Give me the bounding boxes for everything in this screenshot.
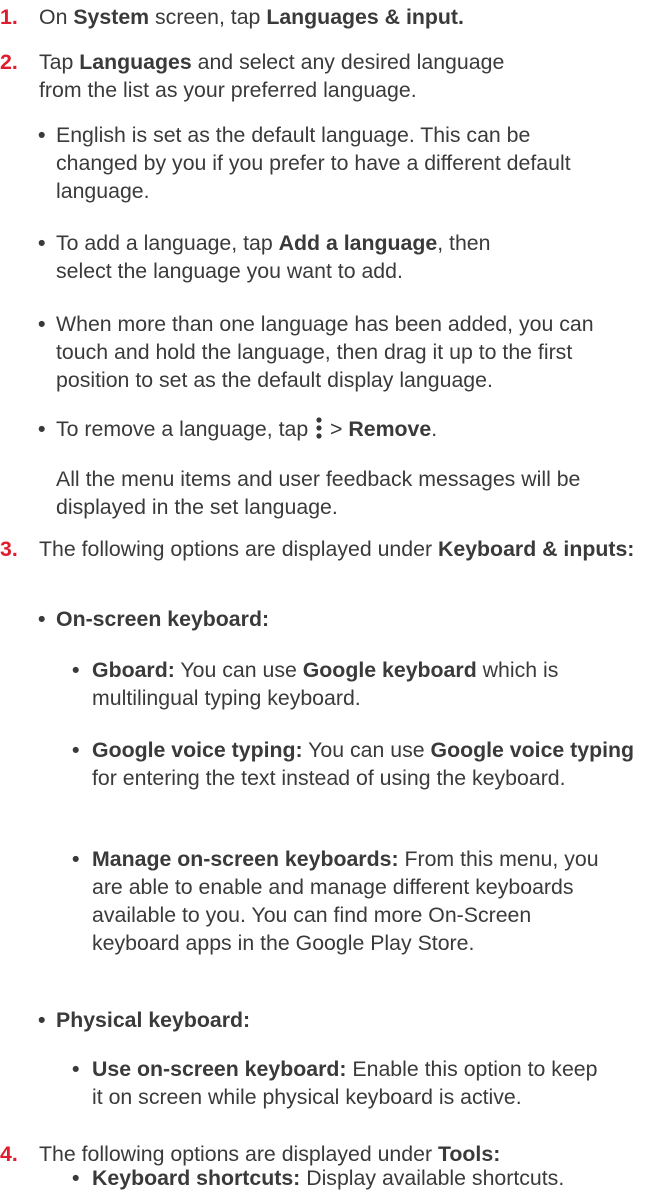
keyboard-shortcuts-item: Keyboard shortcuts: Display available sh… — [92, 1164, 652, 1192]
step-1-text-b: screen, tap — [149, 5, 267, 29]
on-screen-keyboard-heading: On-screen keyboard: — [56, 607, 270, 631]
bullet: • — [38, 1008, 46, 1032]
google-voice-typing-item: Google voice typing: You can use Google … — [92, 736, 652, 792]
display-language-note: All the menu items and user feedback mes… — [56, 467, 581, 519]
use-on-screen-keyboard-item: Use on-screen keyboard: Enable this opti… — [92, 1055, 612, 1111]
step-text-4: The following options are displayed unde… — [39, 1140, 649, 1168]
physical-keyboard-heading: Physical keyboard: — [56, 1008, 251, 1032]
default-language-note: English is set as the default language. … — [56, 123, 571, 203]
tools: Tools: — [437, 1142, 501, 1166]
gboard-item: Gboard: You can use Google keyboard whic… — [92, 656, 652, 712]
bullet: • — [72, 1166, 80, 1190]
gboard-label: Gboard: — [92, 658, 175, 682]
keyboard-shortcuts-text: Display available shortcuts. — [300, 1166, 565, 1190]
bullet: • — [72, 658, 80, 682]
step-number-1: 1. — [0, 5, 18, 29]
use-on-screen-keyboard-label: Use on-screen keyboard: — [92, 1057, 347, 1081]
add-language-note: To add a language, tap Add a language, t… — [56, 229, 546, 285]
add-a-language: Add a language — [278, 231, 438, 255]
voice-text-a: You can use — [302, 738, 431, 762]
bullet: • — [38, 123, 46, 147]
bullet: • — [38, 231, 46, 255]
remove-language-text-c: . — [431, 417, 438, 441]
step-number-4: 4. — [0, 1142, 18, 1166]
bullet: • — [38, 417, 46, 441]
remove-language-text-a: To remove a language, tap — [56, 417, 315, 441]
manage-keyboards-item: Manage on-screen keyboards: From this me… — [92, 845, 602, 957]
google-keyboard: Google keyboard — [302, 658, 477, 682]
bullet: • — [38, 312, 46, 336]
step-1-languages-input: Languages & input. — [266, 5, 464, 29]
step-number-3: 3. — [0, 537, 18, 561]
step-number-2: 2. — [0, 50, 18, 74]
step-1-system: System — [73, 5, 150, 29]
keyboard-shortcuts-label: Keyboard shortcuts: — [92, 1166, 301, 1190]
instructions-page: 1. On System screen, tap Languages & inp… — [0, 0, 658, 1190]
remove: Remove — [348, 417, 432, 441]
add-language-text-a: To add a language, tap — [56, 231, 279, 255]
more-vert-icon — [314, 414, 324, 442]
bullet: • — [72, 1057, 80, 1081]
manage-keyboards-label: Manage on-screen keyboards: — [92, 847, 399, 871]
google-voice-typing: Google voice typing — [430, 738, 635, 762]
step-1-text-a: On — [39, 5, 74, 29]
bullet: • — [72, 738, 80, 762]
google-voice-typing-label: Google voice typing: — [92, 738, 303, 762]
keyboard-inputs: Keyboard & inputs: — [437, 537, 635, 561]
bullet: • — [72, 847, 80, 871]
step-3-text-a: The following options are displayed unde… — [39, 537, 438, 561]
remove-language-note: To remove a language, tap > Remove. — [56, 415, 616, 444]
bullet: • — [38, 607, 46, 631]
step-2-languages: Languages — [79, 50, 192, 74]
step-text-3: The following options are displayed unde… — [39, 535, 644, 563]
remove-language-text-b: > — [324, 417, 349, 441]
gboard-text-a: You can use — [174, 658, 303, 682]
step-text-1: On System screen, tap Languages & input. — [39, 3, 649, 31]
step-2-text-a: Tap — [39, 50, 80, 74]
step-text-2: Tap Languages and select any desired lan… — [39, 48, 509, 104]
step-4-text-a: The following options are displayed unde… — [39, 1142, 438, 1166]
drag-language-note: When more than one language has been add… — [56, 312, 594, 392]
voice-text-b: for entering the text instead of using t… — [92, 766, 566, 790]
